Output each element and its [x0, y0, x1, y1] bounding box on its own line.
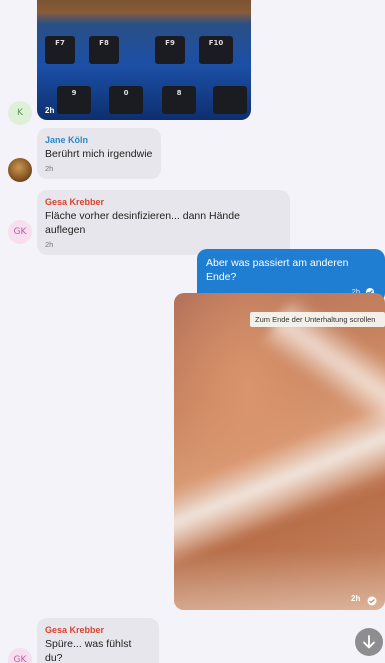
image-message-photo[interactable]: 2h: [174, 293, 385, 610]
message-time: 2h: [45, 106, 55, 115]
keyboard-key: 9: [57, 86, 91, 114]
incoming-message: Jane Köln Berührt mich irgendwie 2h: [37, 128, 161, 179]
sender-name[interactable]: Gesa Krebber: [45, 197, 282, 207]
message-text: Fläche vorher desinfizieren... dann Händ…: [45, 210, 240, 236]
keyboard-key: F10: [199, 36, 233, 64]
message-text: Spüre... was fühlst du?: [45, 638, 132, 663]
avatar[interactable]: K: [8, 101, 32, 125]
avatar[interactable]: GK: [8, 648, 32, 663]
message-time: 2h: [45, 164, 54, 173]
keyboard-key: F9: [155, 36, 185, 64]
arrow-down-icon: [363, 635, 375, 649]
double-check-icon: [366, 593, 378, 610]
message-time: 2h: [351, 594, 361, 603]
keyboard-key: F8: [89, 36, 119, 64]
message-time: 2h: [45, 240, 54, 249]
keyboard-key: F7: [45, 36, 75, 64]
scroll-to-bottom-button[interactable]: [355, 628, 383, 656]
image-message-keyboard[interactable]: F7 F8 F9 F10 9 0 8 2h: [37, 0, 251, 120]
incoming-message: Gesa Krebber Spüre... was fühlst du? 2h: [37, 618, 159, 663]
avatar[interactable]: GK: [8, 220, 32, 244]
sender-name[interactable]: Jane Köln: [45, 135, 153, 145]
message-text: Berührt mich irgendwie: [45, 148, 153, 160]
sender-name[interactable]: Gesa Krebber: [45, 625, 151, 635]
message-text: Aber was passiert am anderen Ende?: [206, 257, 349, 283]
scroll-tooltip: Zum Ende der Unterhaltung scrollen: [250, 312, 385, 327]
keyboard-key: 0: [109, 86, 143, 114]
avatar[interactable]: [8, 158, 32, 182]
incoming-message: Gesa Krebber Fläche vorher desinfizieren…: [37, 190, 290, 255]
keyboard-key: [213, 86, 247, 114]
keyboard-key: 8: [162, 86, 196, 114]
